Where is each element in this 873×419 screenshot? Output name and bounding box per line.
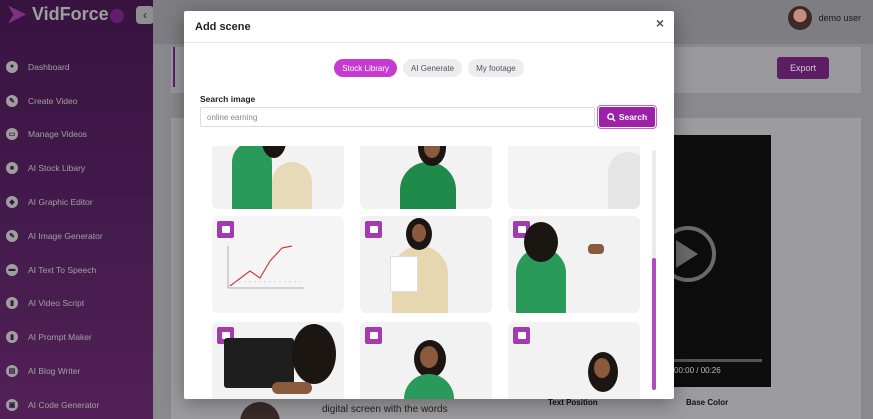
add-icon	[369, 332, 378, 339]
sidebar-item-label: Create Video	[28, 95, 78, 106]
sidebar-item-label: AI Stock Libary	[28, 163, 86, 174]
app-logo[interactable]: VidForce	[8, 4, 109, 25]
play-icon	[676, 240, 698, 268]
search-input[interactable]	[200, 107, 595, 127]
search-button-label: Search	[618, 112, 648, 122]
add-icon	[517, 332, 526, 339]
person-shape	[400, 162, 456, 209]
script-icon: ▮	[6, 297, 18, 310]
face-shape	[594, 358, 610, 378]
modal-header: Add scene	[184, 11, 674, 43]
search-label: Search image	[200, 94, 256, 104]
sidebar-collapse-button[interactable]: ‹	[136, 6, 154, 24]
source-tabs: Stock Library AI Generate My footage	[184, 59, 674, 77]
person-shape	[232, 146, 272, 209]
thumb-woman-laughing[interactable]	[212, 146, 344, 209]
base-color-label: Base Color	[686, 398, 729, 407]
sidebar-item-label: AI Text To Speech	[28, 264, 97, 275]
paper-shape	[390, 256, 418, 292]
laptop-shape	[224, 338, 294, 388]
pencil-icon: ✎	[6, 94, 18, 107]
speech-icon: ▬	[6, 263, 18, 276]
add-icon	[517, 226, 526, 233]
thumb-woman-writing-board[interactable]	[508, 216, 640, 313]
toolbar-accent	[173, 47, 175, 87]
user-menu[interactable]: demo user	[788, 6, 861, 30]
close-icon[interactable]: ×	[656, 15, 664, 31]
hair-shape	[524, 222, 558, 262]
person-shape	[272, 162, 312, 209]
prompt-icon: ▮	[6, 331, 18, 344]
hair-shape	[292, 324, 336, 384]
scene-caption: digital screen with the words	[322, 404, 448, 415]
logo-icon	[8, 5, 26, 24]
add-scene-modal: Add scene × Stock Library AI Generate My…	[184, 11, 674, 399]
image-results	[200, 146, 658, 399]
sidebar-item-label: AI Image Generator	[28, 230, 103, 241]
thumb-woman-glasses[interactable]	[360, 322, 492, 399]
sidebar: VidForce ‹ ● Dashboard ✎ Create Video ▭ Man…	[0, 0, 154, 419]
sidebar-item-blog-writer[interactable]: ▤ AI Blog Writer	[4, 354, 149, 388]
sidebar-item-dashboard[interactable]: ● Dashboard	[4, 50, 149, 84]
sidebar-item-label: AI Prompt Maker	[28, 332, 92, 343]
sidebar-item-label: AI Graphic Editor	[28, 197, 93, 208]
video-time: 00:00 / 00:26	[674, 366, 721, 375]
code-icon: ▣	[6, 398, 18, 411]
hand-shape	[588, 244, 604, 254]
sidebar-nav: ● Dashboard ✎ Create Video ▭ Manage Videos …	[4, 50, 149, 419]
sidebar-item-label: Dashboard	[28, 61, 70, 72]
sidebar-item-image-generator[interactable]: ✎ AI Image Generator	[4, 219, 149, 253]
add-scene-button[interactable]	[513, 327, 530, 344]
sidebar-item-text-to-speech[interactable]: ▬ AI Text To Speech	[4, 253, 149, 287]
sidebar-item-prompt-maker[interactable]: ▮ AI Prompt Maker	[4, 320, 149, 354]
dashboard-icon: ●	[6, 60, 18, 73]
add-scene-button[interactable]	[365, 221, 382, 238]
search-button[interactable]: Search	[597, 105, 657, 129]
sidebar-item-label: AI Blog Writer	[28, 366, 81, 377]
thumb-woman-holding-paper[interactable]	[360, 216, 492, 313]
chart-illustration	[227, 245, 304, 289]
sidebar-item-graphic-editor[interactable]: ◆ AI Graphic Editor	[4, 185, 149, 219]
tab-my-footage[interactable]: My footage	[468, 59, 524, 77]
thumb-woman-hand-face[interactable]	[360, 146, 492, 209]
sidebar-item-label: AI Video Script	[28, 298, 85, 309]
user-name: demo user	[818, 13, 861, 23]
modal-title: Add scene	[195, 20, 251, 33]
thumb-laptop-trading[interactable]	[212, 322, 344, 399]
video-progress[interactable]	[672, 359, 762, 362]
thumb-woman-portrait[interactable]	[508, 322, 640, 399]
tab-stock-library[interactable]: Stock Library	[334, 59, 397, 77]
thumb-woman-partial[interactable]	[508, 146, 640, 209]
scroll-thumb[interactable]	[652, 258, 656, 390]
sidebar-item-create-video[interactable]: ✎ Create Video	[4, 84, 149, 118]
thumb-chart-board[interactable]	[212, 216, 344, 313]
person-shape	[404, 374, 454, 399]
tab-ai-generate[interactable]: AI Generate	[402, 59, 463, 77]
face-shape	[412, 224, 426, 242]
results-scrollbar[interactable]	[652, 150, 656, 390]
person-shape	[608, 152, 640, 209]
face-shape	[420, 346, 438, 368]
sidebar-item-label: Manage Videos	[28, 129, 87, 140]
text-position-label: Text Position	[548, 398, 598, 407]
sidebar-item-manage-videos[interactable]: ▭ Manage Videos	[4, 118, 149, 152]
add-scene-button[interactable]	[365, 327, 382, 344]
image-icon: ✎	[6, 229, 18, 242]
search-icon	[606, 112, 616, 122]
add-icon	[369, 226, 378, 233]
graphic-icon: ◆	[6, 196, 18, 209]
logo-decoration	[110, 9, 124, 23]
sidebar-item-label: AI Code Generator	[28, 399, 100, 410]
export-button[interactable]: Export	[777, 57, 829, 79]
avatar	[788, 6, 813, 30]
hand-shape	[272, 382, 312, 394]
sidebar-item-video-script[interactable]: ▮ AI Video Script	[4, 287, 149, 321]
app-name: VidForce	[32, 4, 109, 24]
sidebar-item-stock-library[interactable]: ■ AI Stock Libary	[4, 151, 149, 185]
blog-icon: ▤	[6, 365, 18, 378]
library-icon: ■	[6, 162, 18, 175]
sidebar-item-code-generator[interactable]: ▣ AI Code Generator	[4, 388, 149, 419]
folder-icon: ▭	[6, 128, 18, 141]
